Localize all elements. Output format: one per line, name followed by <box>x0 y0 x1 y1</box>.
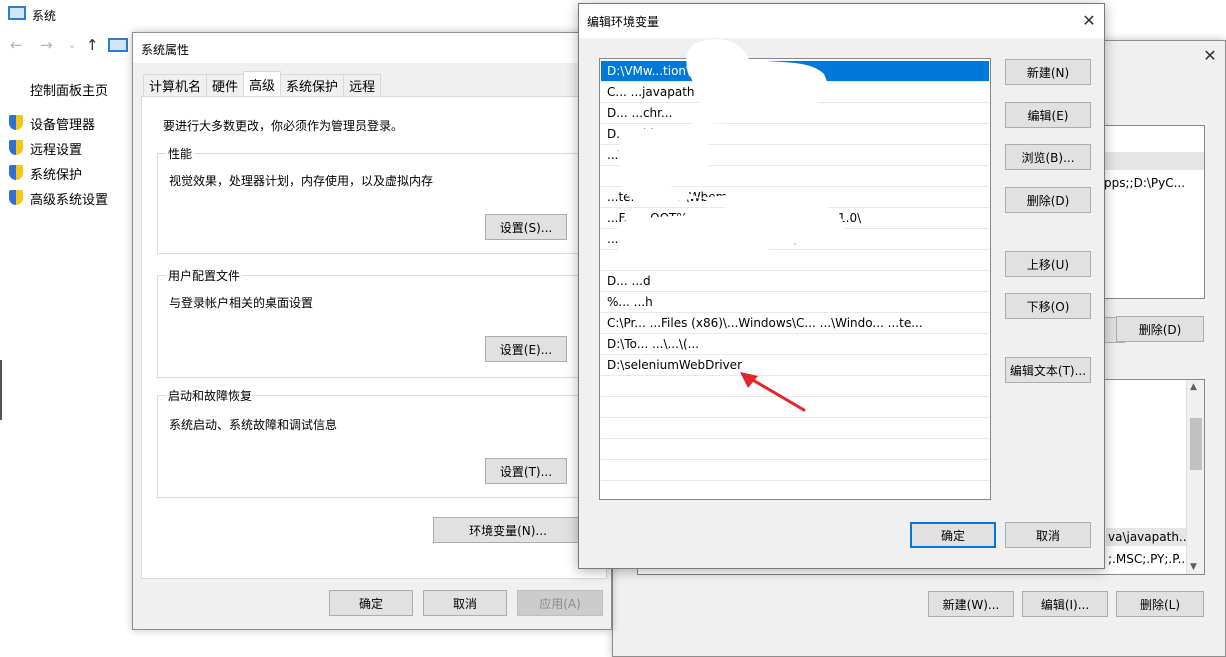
system-title: 系统 <box>32 9 57 23</box>
list-item[interactable]: va\javapath... <box>1108 530 1190 544</box>
user-profiles-group: 用户配置文件 与登录帐户相关的桌面设置 设置(E)... <box>157 267 617 378</box>
advanced-tab-panel: 要进行大多数更改，你必须作为管理员登录。 性能 视觉效果，处理器计划，内存使用，… <box>141 96 617 579</box>
group-description: 视觉效果，处理器计划，内存使用，以及虚拟内存 <box>169 174 434 188</box>
path-row[interactable]: ...te...ot%\... \Wbem <box>601 187 989 208</box>
path-row[interactable] <box>601 439 989 460</box>
close-icon[interactable]: ✕ <box>1195 41 1225 71</box>
sidebar-item-remote-settings[interactable]: 远程设置 <box>8 138 82 158</box>
close-icon[interactable]: ✕ <box>1074 6 1104 36</box>
back-arrow-icon[interactable]: ← <box>10 36 23 54</box>
path-row[interactable] <box>601 250 989 271</box>
chevron-down-icon[interactable]: ⌄ <box>68 40 76 51</box>
shield-icon <box>8 189 24 207</box>
tab-system-protection[interactable]: 系统保护 <box>280 74 345 96</box>
path-row[interactable] <box>601 166 989 187</box>
sidebar-item-label: 远程设置 <box>30 142 83 158</box>
cancel-button[interactable]: 取消 <box>423 590 507 616</box>
tab-remote[interactable]: 远程 <box>343 74 382 96</box>
user-profiles-settings-button[interactable]: 设置(E)... <box>485 336 567 362</box>
sidebar-item-device-manager[interactable]: 设备管理器 <box>8 113 95 133</box>
performance-group: 性能 视觉效果，处理器计划，内存使用，以及虚拟内存 设置(S)... <box>157 145 617 254</box>
tab-advanced[interactable]: 高级 <box>243 71 282 96</box>
system-edit-button[interactable]: 编辑(I)... <box>1022 591 1108 617</box>
path-row[interactable]: ...\system32 <box>601 145 989 166</box>
browse-button[interactable]: 浏览(B)... <box>1005 144 1091 170</box>
computer-icon <box>108 38 128 52</box>
control-panel-home-link[interactable]: 控制面板主页 <box>30 80 108 99</box>
startup-recovery-group: 启动和故障恢复 系统启动、系统故障和调试信息 设置(T)... <box>157 387 617 498</box>
list-item[interactable]: ;.MSC;.PY;.P... <box>1108 552 1189 566</box>
user-vars-list[interactable]: pps;;D:\PyC... <box>1103 125 1205 299</box>
path-row[interactable]: C... ...javapath <box>601 82 989 103</box>
path-row[interactable]: %... ...h <box>601 292 989 313</box>
tab-strip: 计算机名 硬件 高级 系统保护 远程 <box>143 71 382 96</box>
path-row[interactable]: ... ...OO... ...Syst... ...\OpenSSH\ <box>601 229 989 250</box>
startup-recovery-settings-button[interactable]: 设置(T)... <box>485 458 567 484</box>
move-down-button[interactable]: 下移(O) <box>1005 293 1091 319</box>
group-label: 启动和故障恢复 <box>166 387 255 404</box>
path-list[interactable]: D:\VMw...tion\ C... ...javapath D... ...… <box>599 58 991 500</box>
nav-bar: ← → ⌄ ↑ <box>0 34 135 60</box>
system-properties-dialog: 系统属性 计算机名 硬件 高级 系统保护 远程 要进行大多数更改，你必须作为管理… <box>132 32 617 630</box>
dialog-titlebar: 系统属性 <box>133 33 611 63</box>
edit-button[interactable]: 编辑(E) <box>1005 102 1091 128</box>
user-delete-button[interactable]: 删除(D) <box>1116 316 1204 342</box>
group-label: 用户配置文件 <box>166 267 243 284</box>
edit-env-var-dialog: 编辑环境变量 ✕ D:\VMw...tion\ C... ...javapath… <box>578 3 1105 569</box>
group-label: 性能 <box>166 145 195 162</box>
path-row[interactable] <box>601 460 989 481</box>
forward-arrow-icon[interactable]: → <box>40 36 53 54</box>
admin-note: 要进行大多数更改，你必须作为管理员登录。 <box>163 119 404 133</box>
new-button[interactable]: 新建(N) <box>1005 59 1091 85</box>
environment-variables-button[interactable]: 环境变量(N)... <box>433 517 583 543</box>
shield-icon <box>8 139 24 157</box>
annotation-arrow-icon <box>740 372 806 412</box>
path-row[interactable]: D:\VMw...tion\ <box>601 61 989 82</box>
window-edge <box>0 360 2 420</box>
chevron-up-icon[interactable]: ▲ <box>1190 382 1197 392</box>
path-row[interactable] <box>601 418 989 439</box>
path-row[interactable]: D... ...d <box>601 271 989 292</box>
scrollbar-thumb[interactable] <box>1190 418 1202 470</box>
ok-button[interactable]: 确定 <box>329 590 413 616</box>
chevron-down-icon[interactable]: ▼ <box>1190 562 1197 572</box>
tab-hardware[interactable]: 硬件 <box>206 74 245 96</box>
shield-icon <box>8 164 24 182</box>
sidebar-item-label: 设备管理器 <box>30 117 96 133</box>
edit-text-button[interactable]: 编辑文本(T)... <box>1005 357 1091 383</box>
shield-icon <box>8 114 24 132</box>
dialog-title: 系统属性 <box>141 43 190 57</box>
cancel-button[interactable]: 取消 <box>1005 522 1091 548</box>
list-item[interactable]: pps;;D:\PyC... <box>1104 176 1185 190</box>
up-arrow-icon[interactable]: ↑ <box>86 36 99 54</box>
system-new-button[interactable]: 新建(W)... <box>928 591 1014 617</box>
sidebar-item-system-protection[interactable]: 系统保护 <box>8 163 82 183</box>
computer-icon <box>8 6 26 20</box>
sidebar-item-label: 高级系统设置 <box>30 192 109 208</box>
group-description: 与登录帐户相关的桌面设置 <box>169 296 314 310</box>
path-row[interactable]: D... ...chr... <box>601 103 989 124</box>
performance-settings-button[interactable]: 设置(S)... <box>485 214 567 240</box>
tab-computer-name[interactable]: 计算机名 <box>143 74 208 96</box>
move-up-button[interactable]: 上移(U) <box>1005 251 1091 277</box>
sidebar-item-label: 系统保护 <box>30 167 83 183</box>
dialog-titlebar: 编辑环境变量 ✕ <box>579 4 1104 38</box>
scrollbar[interactable]: ▲ ▼ <box>1186 380 1204 574</box>
ok-button[interactable]: 确定 <box>910 522 996 548</box>
path-row[interactable]: D... ...hi... <box>601 124 989 145</box>
path-row[interactable]: D:\To... ...\...\(... <box>601 334 989 355</box>
delete-button[interactable]: 删除(D) <box>1005 187 1091 213</box>
dialog-title: 编辑环境变量 <box>587 15 660 29</box>
sidebar-item-advanced-settings[interactable]: 高级系统设置 <box>8 188 108 208</box>
group-description: 系统启动、系统故障和调试信息 <box>169 418 338 432</box>
apply-button[interactable]: 应用(A) <box>517 590 603 616</box>
path-row[interactable]: ...F... ...OOT%...stem...\...ndowsP... .… <box>601 208 989 229</box>
list-item[interactable] <box>1104 152 1204 170</box>
path-row[interactable]: C:\Pr... ...Files (x86)\...Windows\C... … <box>601 313 989 334</box>
system-delete-button[interactable]: 删除(L) <box>1116 591 1204 617</box>
